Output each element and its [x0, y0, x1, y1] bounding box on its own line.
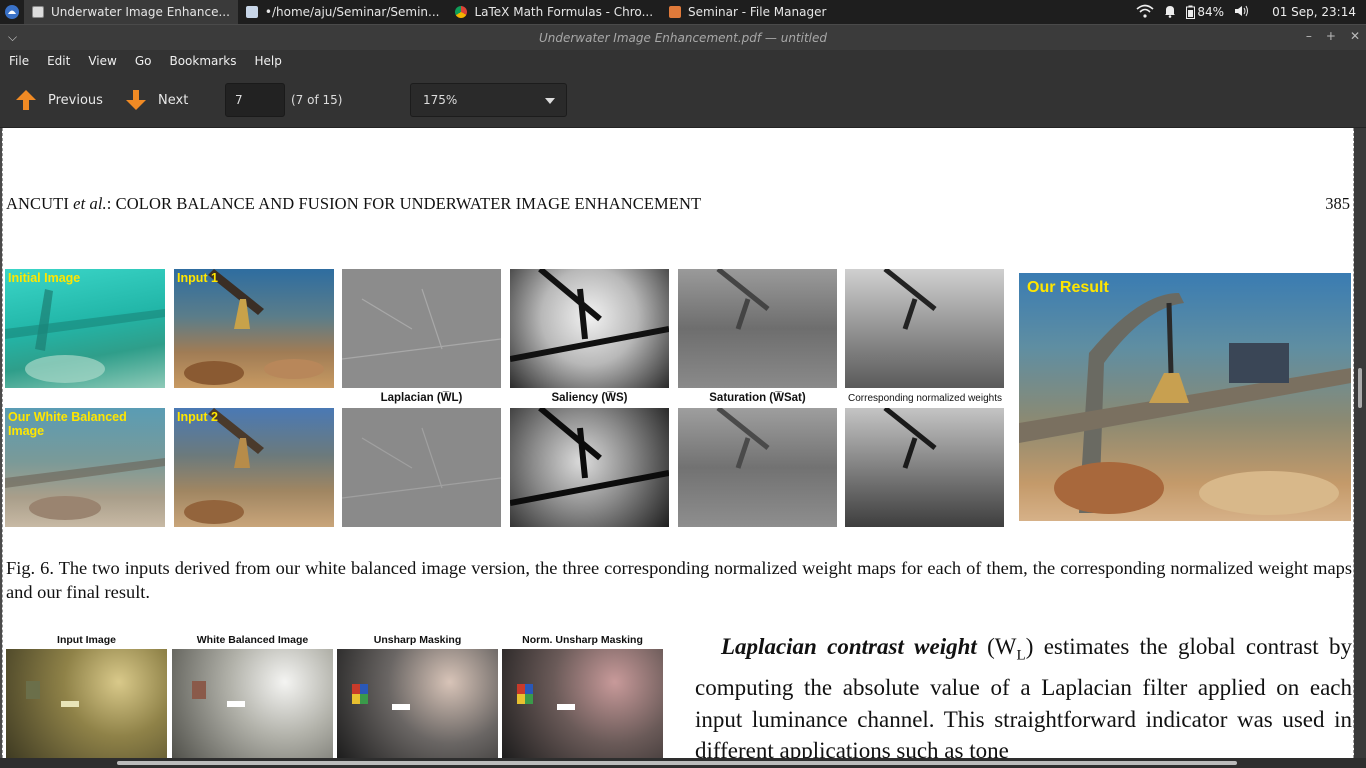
- task-text-editor[interactable]: •/home/aju/Seminar/Semin...: [238, 0, 448, 24]
- input2-image: Input 2: [174, 408, 334, 527]
- task-label: LaTeX Math Formulas - Chro...: [474, 5, 654, 19]
- menu-help[interactable]: Help: [249, 54, 288, 68]
- running-head-title: : COLOR BALANCE AND FUSION FOR UNDERWATE…: [106, 194, 702, 213]
- previous-button[interactable]: Previous: [14, 86, 103, 114]
- clock[interactable]: 01 Sep, 23:14: [1272, 5, 1356, 19]
- white-balanced-image-label: White Balanced Image: [196, 634, 309, 646]
- saturation-map-2: [678, 408, 837, 527]
- vertical-scrollbar[interactable]: [1354, 128, 1366, 758]
- laplacian-paragraph: Laplacian contrast weight (WL) estimates…: [695, 631, 1352, 758]
- fig7-norm-unsharp-image: [502, 649, 663, 758]
- battery-icon: [1186, 5, 1196, 19]
- laplacian-label: Laplacian (W̅L): [380, 392, 463, 404]
- saliency-map-2: [510, 408, 669, 527]
- norm-unsharp-masking-label: Norm. Unsharp Masking: [522, 634, 643, 646]
- task-label: Seminar - File Manager: [688, 5, 827, 19]
- unsharp-masking-label: Unsharp Masking: [373, 634, 462, 646]
- input-image-label: Input Image: [57, 634, 116, 646]
- saliency-map-1: [510, 269, 669, 388]
- laplacian-map-1: [342, 269, 501, 388]
- running-head: ANCUTI et al.: COLOR BALANCE AND FUSION …: [6, 194, 701, 214]
- result-label: Our Result: [1027, 279, 1109, 296]
- menu-file[interactable]: File: [3, 54, 35, 68]
- menu-view[interactable]: View: [82, 54, 122, 68]
- paragraph-subscript: L: [1016, 647, 1026, 664]
- page-number: 385: [1325, 194, 1350, 213]
- folder-icon: [669, 6, 682, 18]
- menu-bookmarks[interactable]: Bookmarks: [163, 54, 242, 68]
- initial-image: Initial Image: [5, 269, 165, 388]
- figure-caption: Fig. 6. The two inputs derived from our …: [6, 558, 1352, 602]
- normalized-weight-2: [845, 408, 1004, 527]
- laplacian-map-2: [342, 408, 501, 527]
- document-viewport[interactable]: ANCUTI et al.: COLOR BALANCE AND FUSION …: [0, 128, 1366, 758]
- running-head-authors: ANCUTI: [6, 194, 69, 213]
- saliency-label: Saliency (W̅S): [551, 392, 628, 404]
- app-launcher-icon[interactable]: [0, 0, 24, 24]
- battery-indicator[interactable]: 84%: [1186, 5, 1224, 19]
- previous-label: Previous: [48, 92, 103, 108]
- fig7-input-image: [6, 649, 167, 758]
- task-pdf-viewer[interactable]: Underwater Image Enhance...: [24, 0, 238, 24]
- horizontal-scrollbar[interactable]: [0, 758, 1366, 768]
- chrome-icon: [455, 6, 468, 18]
- zoom-select[interactable]: 175%: [410, 83, 567, 117]
- page-count: (7 of 15): [291, 93, 343, 107]
- input2-label: Input 2: [177, 410, 218, 424]
- saturation-map-1: [678, 269, 837, 388]
- toolbar: Previous Next 7 (7 of 15) 175%: [0, 72, 1366, 128]
- task-label: •/home/aju/Seminar/Semin...: [264, 5, 440, 19]
- paragraph-title: Laplacian contrast weight: [721, 634, 977, 659]
- fig7-white-balanced-image: [172, 649, 333, 758]
- saturation-label: Saturation (W̅Sat): [709, 392, 806, 404]
- arrow-up-icon: [16, 90, 36, 110]
- vertical-scroll-thumb[interactable]: [1358, 368, 1362, 408]
- text-editor-icon: [245, 6, 258, 18]
- normalized-weight-1: [845, 269, 1004, 388]
- next-button[interactable]: Next: [124, 86, 188, 114]
- white-balanced-image: Our White Balanced Image: [5, 408, 165, 527]
- system-panel: Underwater Image Enhance... •/home/aju/S…: [0, 0, 1366, 24]
- next-label: Next: [158, 92, 189, 108]
- fig7-unsharp-image: [337, 649, 498, 758]
- battery-percent: 84%: [1197, 5, 1225, 19]
- window-title: Underwater Image Enhancement.pdf — untit…: [538, 31, 828, 45]
- normalized-label: Corresponding normalized weights: [848, 393, 1002, 404]
- pdf-page: ANCUTI et al.: COLOR BALANCE AND FUSION …: [2, 128, 1354, 758]
- arrow-down-icon: [126, 90, 146, 110]
- wifi-icon[interactable]: [1136, 4, 1154, 21]
- zoom-value: 175%: [423, 93, 458, 107]
- page-number-input[interactable]: 7: [225, 83, 285, 117]
- horizontal-scroll-thumb[interactable]: [117, 761, 1237, 765]
- window-titlebar: ⌵ Underwater Image Enhancement.pdf — unt…: [0, 24, 1366, 50]
- system-tray: 84% 01 Sep, 23:14: [1136, 0, 1366, 24]
- task-label: Underwater Image Enhance...: [51, 5, 230, 19]
- white-balanced-label: Our White Balanced Image: [8, 410, 127, 438]
- menu-go[interactable]: Go: [129, 54, 158, 68]
- notification-bell-icon[interactable]: [1164, 4, 1176, 21]
- pdf-viewer-icon: [32, 6, 44, 18]
- result-image: Our Result: [1019, 273, 1351, 521]
- task-chrome[interactable]: LaTeX Math Formulas - Chro...: [447, 0, 661, 24]
- chevron-down-icon: [545, 98, 555, 104]
- volume-icon[interactable]: [1234, 4, 1250, 21]
- input1-label: Input 1: [177, 271, 218, 285]
- minimize-icon[interactable]: –: [1306, 29, 1312, 43]
- close-icon[interactable]: ✕: [1350, 29, 1360, 43]
- menu-edit[interactable]: Edit: [41, 54, 76, 68]
- paragraph-symbol: (W: [987, 634, 1017, 659]
- task-file-manager[interactable]: Seminar - File Manager: [661, 0, 834, 24]
- initial-image-label: Initial Image: [8, 271, 81, 285]
- menubar: File Edit View Go Bookmarks Help: [0, 50, 1366, 72]
- maximize-icon[interactable]: +: [1326, 29, 1336, 43]
- running-head-etal: et al.: [73, 194, 107, 213]
- input1-image: Input 1: [174, 269, 334, 388]
